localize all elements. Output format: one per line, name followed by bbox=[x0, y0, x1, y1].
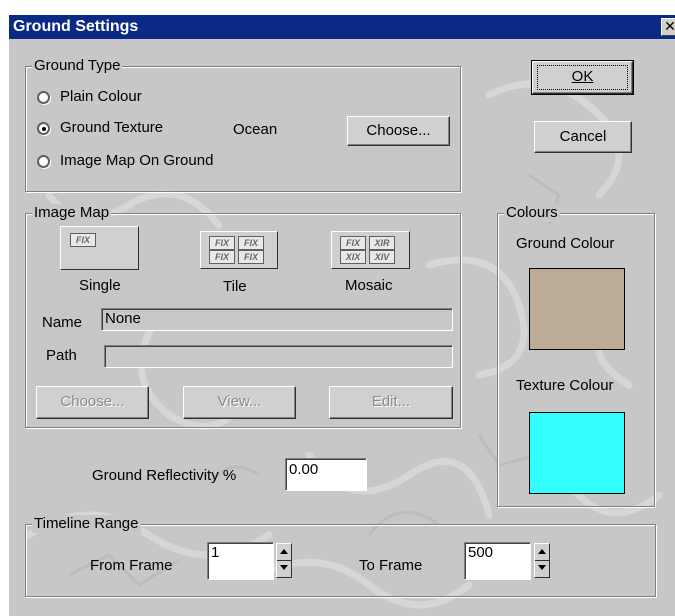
image-map-view-label: View... bbox=[217, 393, 262, 410]
from-frame-down-button[interactable] bbox=[277, 561, 291, 578]
tile-icon-2: FIX bbox=[238, 236, 264, 250]
to-frame-down-button[interactable] bbox=[535, 561, 549, 578]
arrow-down-icon bbox=[280, 564, 288, 570]
focus-rect bbox=[537, 65, 628, 90]
mosaic-icon-1: FIX bbox=[340, 236, 366, 250]
plain-colour-label[interactable]: Plain Colour bbox=[60, 88, 142, 105]
reflectivity-label: Ground Reflectivity % bbox=[92, 467, 237, 484]
cancel-label: Cancel bbox=[559, 128, 607, 145]
arrow-down-icon bbox=[538, 564, 546, 570]
tile-icon-1: FIX bbox=[209, 236, 235, 250]
mosaic-icon-3: XIX bbox=[340, 250, 366, 264]
name-field: None bbox=[101, 308, 453, 331]
cancel-button[interactable]: Cancel bbox=[534, 121, 632, 153]
arrow-up-icon bbox=[280, 549, 288, 554]
single-mode-button[interactable]: FIX bbox=[60, 226, 139, 270]
tile-mode-label: Tile bbox=[223, 278, 247, 295]
image-map-on-ground-radio[interactable] bbox=[37, 155, 50, 168]
image-map-choose-label: Choose... bbox=[60, 393, 125, 410]
ground-type-legend: Ground Type bbox=[32, 57, 123, 75]
from-frame-input[interactable]: 1 bbox=[207, 542, 274, 580]
tile-icon-3: FIX bbox=[209, 250, 235, 264]
texture-colour-label: Texture Colour bbox=[516, 377, 614, 394]
image-map-edit-button[interactable]: Edit... bbox=[329, 386, 453, 419]
arrow-up-icon bbox=[538, 549, 546, 554]
path-label: Path bbox=[46, 347, 77, 364]
to-frame-label: To Frame bbox=[359, 557, 423, 574]
title-bar: Ground Settings bbox=[9, 15, 675, 39]
mosaic-icon-2: XIR bbox=[369, 236, 395, 250]
single-tile-icon: FIX bbox=[70, 233, 96, 247]
ground-texture-radio[interactable] bbox=[37, 122, 50, 135]
ground-texture-choose-label: Choose... bbox=[366, 122, 431, 139]
image-map-on-ground-label[interactable]: Image Map On Ground bbox=[60, 152, 213, 169]
texture-name-value: Ocean bbox=[233, 121, 278, 138]
ground-texture-choose-button[interactable]: Choose... bbox=[347, 116, 450, 146]
close-icon[interactable]: ✕ bbox=[661, 18, 675, 36]
to-frame-spinner[interactable] bbox=[534, 543, 550, 578]
from-frame-label: From Frame bbox=[90, 557, 173, 574]
path-field bbox=[104, 345, 453, 368]
timeline-range-legend: Timeline Range bbox=[32, 515, 141, 533]
from-frame-spinner[interactable] bbox=[276, 543, 292, 578]
image-map-choose-button[interactable]: Choose... bbox=[36, 386, 149, 419]
texture-colour-swatch[interactable] bbox=[529, 412, 625, 494]
single-mode-label: Single bbox=[79, 277, 121, 294]
image-map-edit-label: Edit... bbox=[371, 393, 411, 410]
mosaic-mode-button: FIX XIR XIX XIV bbox=[331, 231, 410, 269]
ok-button[interactable]: OK bbox=[531, 60, 634, 95]
to-frame-up-button[interactable] bbox=[535, 544, 549, 561]
image-map-legend: Image Map bbox=[32, 204, 112, 222]
plain-colour-radio[interactable] bbox=[37, 91, 50, 104]
colours-legend: Colours bbox=[504, 204, 560, 222]
ground-texture-label[interactable]: Ground Texture bbox=[60, 119, 163, 136]
mosaic-mode-label: Mosaic bbox=[345, 277, 393, 294]
tile-mode-button: FIX FIX FIX FIX bbox=[200, 231, 278, 269]
name-label: Name bbox=[42, 314, 83, 331]
from-frame-up-button[interactable] bbox=[277, 544, 291, 561]
window-title: Ground Settings bbox=[13, 18, 139, 35]
image-map-view-button[interactable]: View... bbox=[183, 386, 296, 419]
ground-colour-swatch[interactable] bbox=[529, 268, 625, 350]
mosaic-icon-4: XIV bbox=[369, 250, 395, 264]
reflectivity-input[interactable]: 0.00 bbox=[285, 458, 367, 491]
ground-settings-dialog: Ground Settings ✕ Ground Type Plain Colo… bbox=[9, 15, 675, 616]
to-frame-input[interactable]: 500 bbox=[464, 542, 531, 580]
tile-icon-4: FIX bbox=[238, 250, 264, 264]
ground-colour-label: Ground Colour bbox=[516, 235, 615, 252]
